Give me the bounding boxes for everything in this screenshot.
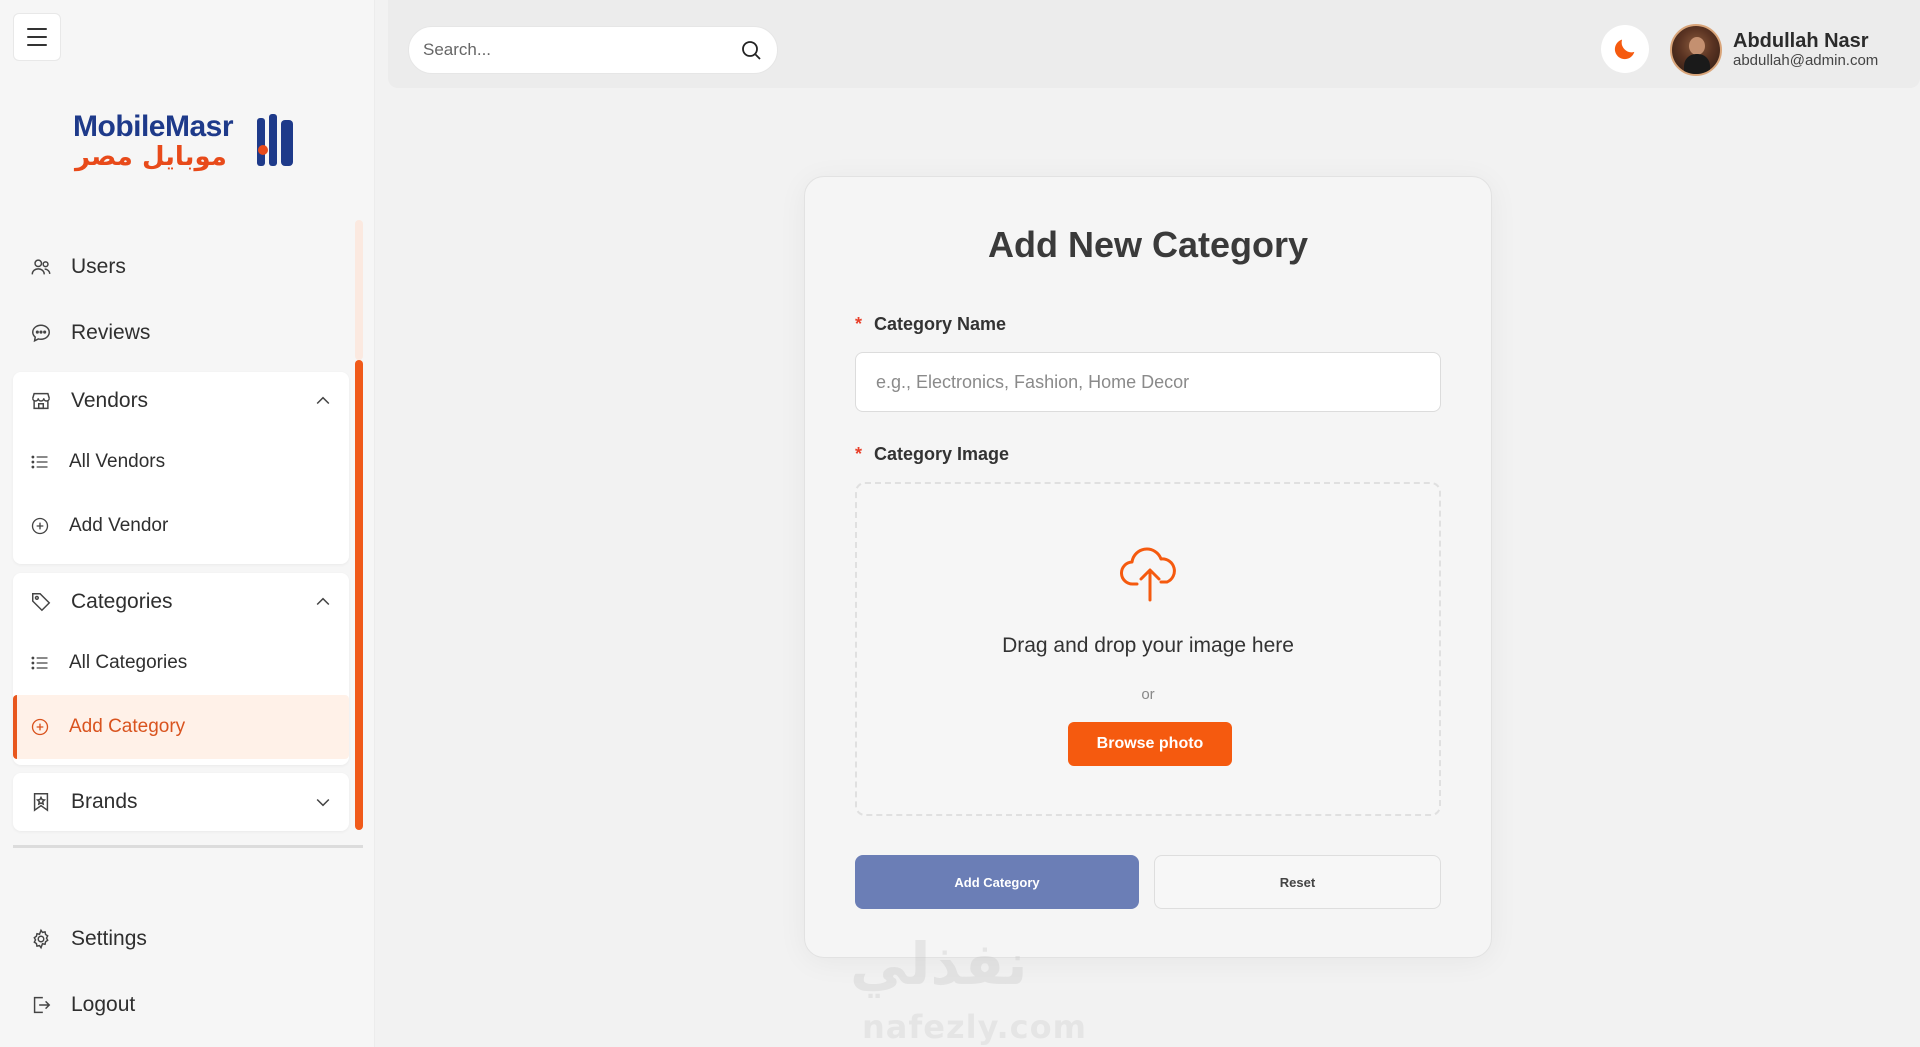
sidebar-item-users[interactable]: Users [13, 240, 349, 294]
user-name: Abdullah Nasr [1733, 30, 1869, 52]
theme-toggle-button[interactable] [1601, 25, 1649, 73]
logo-mark-icon [257, 114, 293, 166]
sidebar-item-label: All Categories [69, 652, 188, 673]
plus-circle-icon [29, 515, 51, 537]
browse-photo-button[interactable]: Browse photo [1068, 722, 1232, 766]
tag-icon [29, 590, 53, 614]
sidebar-item-add-vendor[interactable]: Add Vendor [13, 494, 349, 558]
cloud-upload-icon [1120, 547, 1176, 602]
sidebar-item-reviews[interactable]: Reviews [13, 306, 349, 360]
sidebar-item-all-categories[interactable]: All Categories [13, 631, 349, 695]
sidebar-item-label: Settings [71, 927, 147, 950]
sidebar-item-brands[interactable]: Brands [13, 773, 349, 831]
category-name-input[interactable] [855, 352, 1441, 412]
search-icon[interactable] [739, 38, 763, 62]
image-dropzone[interactable]: Drag and drop your image here or Browse … [855, 482, 1441, 816]
moon-icon [1614, 39, 1635, 60]
add-category-button[interactable]: Add Category [855, 855, 1139, 909]
logo-text-en: MobileMasr [73, 110, 234, 143]
sidebar-item-all-vendors[interactable]: All Vendors [13, 430, 349, 494]
sidebar: MobileMasr موبايل مصر Users Reviews Vend… [0, 0, 375, 1047]
brand-logo[interactable]: MobileMasr موبايل مصر [73, 108, 303, 174]
required-marker: * [855, 314, 863, 334]
chat-bubble-icon [29, 321, 53, 345]
gear-icon [29, 927, 53, 951]
sidebar-item-label: Add Category [69, 716, 186, 737]
hamburger-menu-button[interactable] [13, 13, 61, 61]
sidebar-item-label: Logout [71, 993, 136, 1016]
hamburger-icon [27, 28, 47, 30]
page-title: Add New Category [987, 224, 1309, 265]
chevron-up-icon[interactable] [313, 391, 333, 411]
sidebar-item-settings[interactable]: Settings [13, 912, 349, 966]
dropzone-or: or [1141, 686, 1155, 703]
category-name-label: * Category Name [855, 314, 1007, 334]
dropzone-text: Drag and drop your image here [1002, 634, 1294, 657]
sidebar-item-label: Vendors [71, 389, 149, 412]
bookmark-icon [29, 790, 53, 814]
sidebar-scrollbar[interactable] [355, 360, 363, 830]
sidebar-item-label: All Vendors [69, 451, 166, 472]
users-icon [29, 255, 53, 279]
store-icon [29, 389, 53, 413]
list-icon [29, 451, 51, 473]
sidebar-item-label: Add Vendor [69, 515, 169, 536]
watermark: نفذلي nafezly.com [850, 930, 1086, 1047]
sidebar-item-categories[interactable]: Categories [13, 573, 349, 631]
search-input[interactable] [423, 40, 739, 60]
avatar[interactable] [1670, 24, 1722, 76]
list-icon [29, 652, 51, 674]
logo-text-ar: موبايل مصر [75, 142, 227, 172]
user-email: abdullah@admin.com [1733, 52, 1879, 69]
sidebar-item-add-category[interactable]: Add Category [13, 695, 349, 759]
chevron-up-icon[interactable] [313, 592, 333, 612]
add-category-card: Add New Category *Category Name *Categor… [804, 176, 1492, 958]
sidebar-group-vendors: Vendors All Vendors Add Vendor [13, 372, 349, 564]
top-bar: Abdullah Nasr abdullah@admin.com [388, 0, 1920, 88]
plus-circle-icon [29, 716, 51, 738]
watermark-ar: نفذلي [850, 930, 1028, 998]
required-marker: * [855, 444, 863, 464]
reset-button[interactable]: Reset [1154, 855, 1441, 909]
sidebar-scroll-track [355, 220, 363, 360]
sidebar-group-brands: Brands [13, 773, 349, 831]
search-box [408, 26, 778, 74]
sidebar-item-label: Reviews [71, 321, 151, 344]
sidebar-item-label: Users [71, 255, 126, 278]
sidebar-item-label: Categories [71, 590, 173, 613]
sidebar-item-logout[interactable]: Logout [13, 978, 349, 1032]
sidebar-item-vendors[interactable]: Vendors [13, 372, 349, 430]
chevron-down-icon[interactable] [313, 792, 333, 812]
sidebar-item-label: Brands [71, 790, 138, 813]
sidebar-divider [13, 845, 363, 848]
watermark-en: nafezly.com [862, 1008, 1087, 1046]
logout-icon [29, 993, 53, 1017]
sidebar-group-categories: Categories All Categories Add Category [13, 573, 349, 765]
category-image-label: * Category Image [855, 444, 1010, 464]
